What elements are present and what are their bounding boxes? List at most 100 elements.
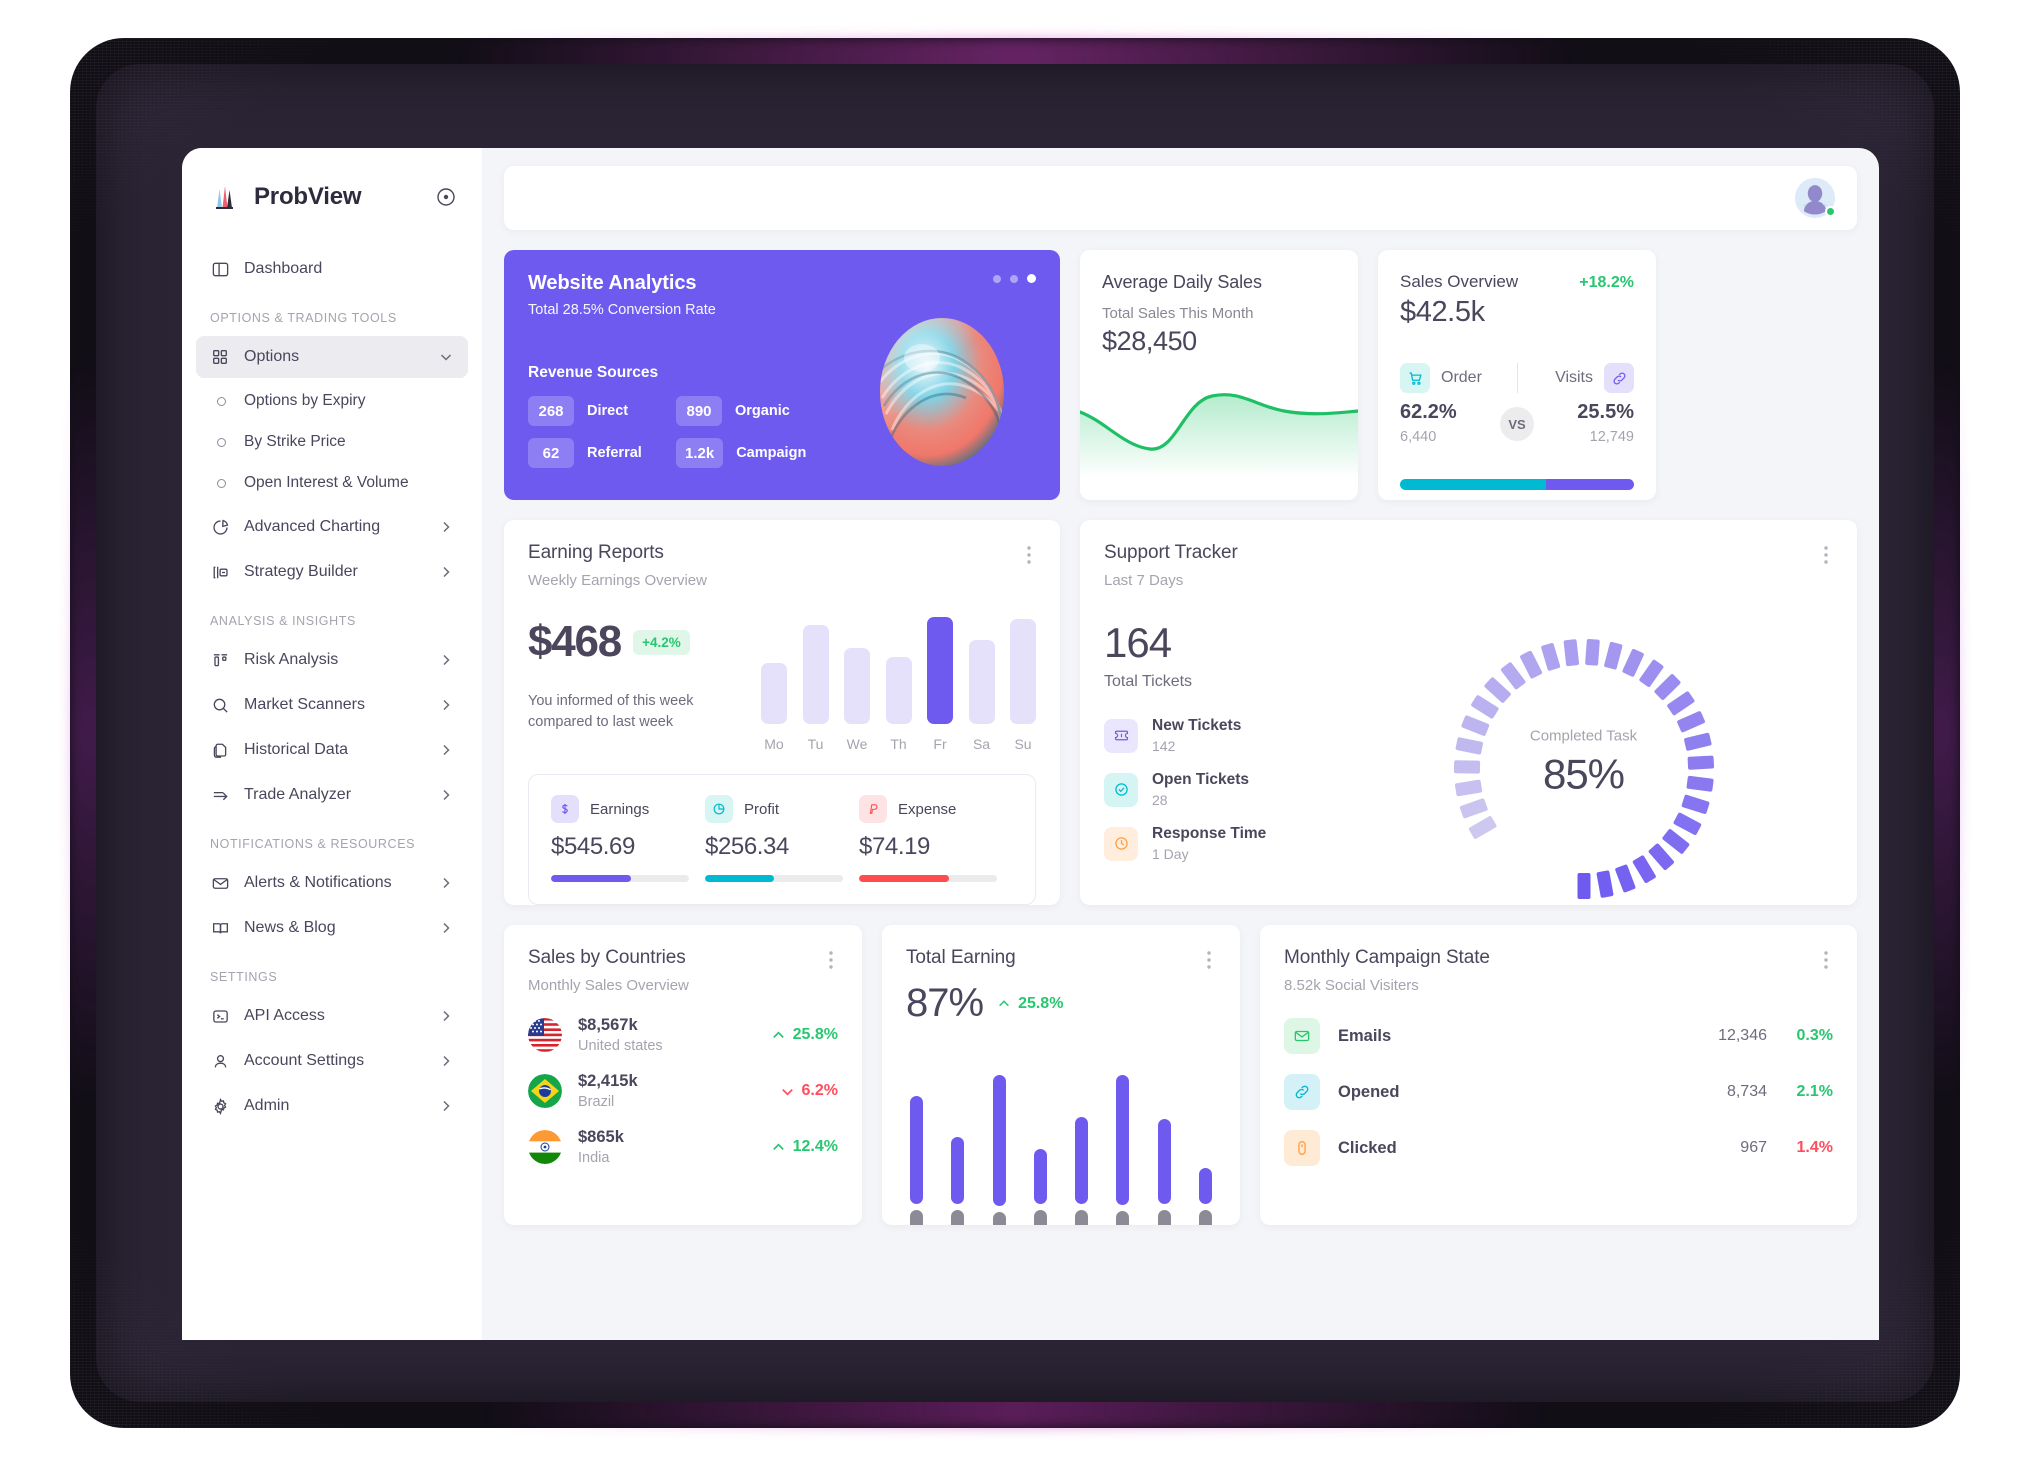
- sidebar-item-strategy-builder[interactable]: Strategy Builder: [196, 551, 468, 593]
- gauge-tick: [1454, 779, 1482, 797]
- gauge-tick: [1653, 674, 1680, 700]
- brand-header: ProbView: [182, 174, 482, 220]
- bar-stub: [910, 1210, 923, 1225]
- card-title: Monthly Campaign State: [1284, 947, 1490, 968]
- sidebar-item-label: Dashboard: [244, 260, 323, 277]
- sales-sparkline-chart: [1080, 370, 1358, 478]
- sidebar-item-label: Options: [244, 348, 300, 365]
- sidebar-item-by-strike-price[interactable]: By Strike Price: [196, 422, 468, 462]
- sidebar-group-title: SETTINGS: [210, 970, 278, 984]
- bar-column: Th: [885, 617, 912, 752]
- flag-br-icon: [528, 1074, 562, 1108]
- bar-column: Su: [1010, 617, 1036, 752]
- dollar-icon: [551, 795, 579, 823]
- chevron-right-icon: [438, 1053, 454, 1069]
- stat-value: $545.69: [551, 833, 635, 860]
- dashboard-window: ProbView Dashboard OPTIONS & TRADING TOO…: [182, 148, 1879, 1340]
- country-delta: 25.8%: [771, 1026, 838, 1044]
- top-navbar: [504, 166, 1857, 230]
- card-subtitle: Monthly Sales Overview: [528, 977, 689, 994]
- sidebar-item-label: Historical Data: [244, 741, 349, 758]
- kebab-menu-icon[interactable]: [1200, 949, 1218, 971]
- metric-value: $42.5k: [1400, 296, 1485, 328]
- sidebar-item-api-access[interactable]: API Access: [196, 995, 468, 1037]
- sidebar-item-advanced-charting[interactable]: Advanced Charting: [196, 506, 468, 548]
- order-percent: 62.2%: [1400, 401, 1457, 423]
- support-summary: 164 Total Tickets New Tickets 142 Open T…: [1104, 619, 1334, 919]
- completed-task-gauge: Completed Task 85%: [1334, 619, 1833, 919]
- sidebar-item-trade-analyzer[interactable]: Trade Analyzer: [196, 774, 468, 816]
- sidebar-item-dashboard[interactable]: Dashboard: [196, 248, 468, 290]
- gauge-tick: [1683, 732, 1712, 751]
- sidebar-item-news-blog[interactable]: News & Blog: [196, 907, 468, 949]
- earning-amount: $468: [528, 617, 622, 666]
- flag-in-icon: [528, 1130, 562, 1164]
- kebab-menu-icon[interactable]: [1020, 544, 1038, 566]
- metric-value: 142: [1152, 738, 1176, 754]
- earning-reports-card: Earning Reports Weekly Earnings Overview…: [504, 520, 1060, 905]
- gear-icon: [210, 1096, 230, 1116]
- chevron-right-icon: [438, 652, 454, 668]
- revenue-source-value: 62: [528, 438, 574, 468]
- sidebar-item-account-settings[interactable]: Account Settings: [196, 1040, 468, 1082]
- support-tracker-card: Support Tracker Last 7 Days 164 Total Ti…: [1080, 520, 1857, 905]
- metric-label: New Tickets: [1152, 717, 1242, 734]
- book-open-icon: [210, 918, 230, 938]
- bar-stub: [992, 1211, 1006, 1225]
- card-title: Sales by Countries: [528, 947, 686, 968]
- gauge-tick: [1661, 829, 1689, 854]
- revenue-source-label: Campaign: [736, 445, 807, 461]
- sidebar-item-label: API Access: [244, 1007, 325, 1024]
- kebab-menu-icon[interactable]: [1817, 544, 1835, 566]
- sales-by-countries-card: Sales by Countries Monthly Sales Overvie…: [504, 925, 862, 1225]
- stat-earnings: Earnings $545.69: [551, 795, 705, 882]
- bar-column: Sa: [968, 617, 995, 752]
- sidebar-item-admin[interactable]: Admin: [196, 1085, 468, 1127]
- sidebar-item-open-interest-volume[interactable]: Open Interest & Volume: [196, 463, 468, 503]
- bar-column: Mo: [761, 617, 787, 752]
- weekly-earnings-bar-chart: Mo Tu We Th Fr Sa Su: [743, 617, 1036, 752]
- sidebar-item-market-scanners[interactable]: Market Scanners: [196, 684, 468, 726]
- campaign-count: 8,734: [1726, 1083, 1767, 1100]
- sidebar-item-options-by-expiry[interactable]: Options by Expiry: [196, 381, 468, 421]
- country-delta: 6.2%: [780, 1082, 838, 1100]
- status-badge: [1825, 206, 1836, 217]
- circle-dot-icon[interactable]: [436, 187, 456, 207]
- chevron-down-icon: [781, 1088, 793, 1096]
- bar-label: Mo: [764, 736, 784, 752]
- sidebar-item-label: News & Blog: [244, 919, 336, 936]
- sidebar-item-alerts-notifications[interactable]: Alerts & Notifications: [196, 862, 468, 904]
- gauge-tick: [1540, 643, 1560, 671]
- circle-dot-icon: [217, 478, 226, 488]
- gauge-tick: [1577, 873, 1590, 899]
- visits-metric: Visits: [1555, 363, 1634, 393]
- bar-column: Tu: [802, 617, 829, 752]
- sidebar-item-historical-data[interactable]: Historical Data: [196, 729, 468, 771]
- sidebar-item-label: Admin: [244, 1097, 290, 1114]
- gauge-tick: [1666, 691, 1694, 716]
- card-subtitle: Total Sales This Month: [1102, 305, 1254, 322]
- chevron-right-icon: [438, 742, 454, 758]
- earning-note: You informed of this week compared to la…: [528, 693, 694, 731]
- carousel-dots[interactable]: [993, 274, 1036, 283]
- progress-bar: [859, 875, 997, 882]
- total-earning-card: Total Earning 87% 25.8%: [882, 925, 1240, 1225]
- pie-icon: [705, 795, 733, 823]
- kebab-menu-icon[interactable]: [1817, 949, 1835, 971]
- metric-label: Open Tickets: [1152, 771, 1250, 788]
- paypal-icon: [859, 795, 887, 823]
- avatar[interactable]: [1795, 178, 1836, 218]
- sidebar-nav: Dashboard OPTIONS & TRADING TOOLS Option…: [182, 248, 482, 1127]
- progress-bar: [551, 875, 689, 882]
- list-item: $2,415k Brazil 6.2%: [528, 1072, 838, 1110]
- total-earning-percent: 87%: [906, 981, 984, 1025]
- metric-value: $28,450: [1102, 326, 1197, 356]
- support-tracker-body: 164 Total Tickets New Tickets 142 Open T…: [1104, 619, 1833, 919]
- sidebar-item-options[interactable]: Options: [196, 336, 468, 378]
- gauge-tick: [1632, 855, 1656, 883]
- stat-value: $256.34: [705, 833, 789, 860]
- sidebar-item-label: Market Scanners: [244, 696, 365, 713]
- dashboard-row-top: Website Analytics Total 28.5% Conversion…: [504, 250, 1857, 500]
- kebab-menu-icon[interactable]: [822, 949, 840, 971]
- sidebar-item-risk-analysis[interactable]: Risk Analysis: [196, 639, 468, 681]
